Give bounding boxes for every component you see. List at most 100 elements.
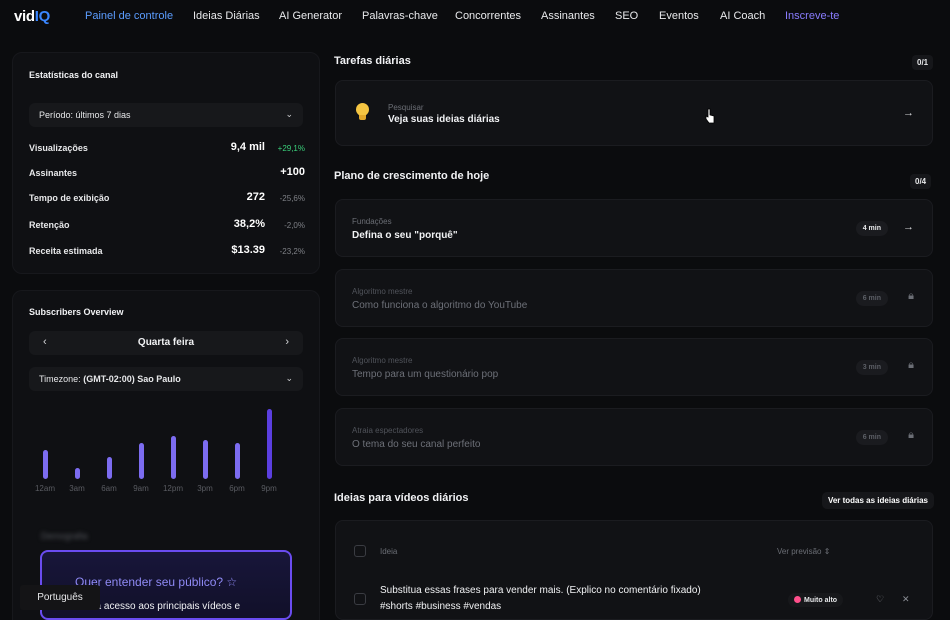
row-checkbox[interactable] — [354, 593, 366, 605]
video-ideas-table: Ideia Ver previsão ⇕ Substitua essas fra… — [335, 520, 933, 620]
subscribers-bar-9am[interactable] — [139, 443, 144, 479]
chevron-down-icon: ⌄ — [285, 109, 293, 119]
vidiq-logo[interactable]: vidIQ — [14, 8, 50, 25]
stat-change: -23,2% — [279, 247, 305, 256]
logo-prefix: vid — [14, 8, 35, 25]
daily-task-card[interactable]: Pesquisar Veja suas ideias diárias → — [335, 80, 933, 146]
column-header-idea: Ideia — [380, 547, 398, 556]
blurred-demographics-label: Demografia — [41, 531, 88, 541]
nav-item-keywords[interactable]: Palavras-chave — [362, 10, 438, 22]
stat-row-views: Visualizações 9,4 mil +29,1% — [29, 141, 305, 155]
hand-cursor-icon — [705, 108, 715, 124]
stat-change: -2,0% — [284, 221, 305, 230]
arrow-right-icon[interactable]: → — [903, 107, 914, 119]
arrow-right-icon[interactable]: → — [903, 221, 914, 233]
nav-item-ai-coach[interactable]: AI Coach — [720, 10, 765, 22]
plan-item-title: Tempo para um questionário pop — [352, 369, 499, 380]
stat-row-subscribers: Assinantes +100 — [29, 166, 305, 180]
close-icon[interactable]: ✕ — [902, 594, 910, 605]
nav-item-ai-generator[interactable]: AI Generator — [279, 10, 342, 22]
stat-value: 272 — [246, 191, 265, 203]
day-navigator: ‹ Quarta feira › — [29, 331, 303, 355]
stat-change: -25,6% — [279, 194, 305, 203]
idea-title: Substitua essas frases para vender mais.… — [380, 585, 701, 596]
stat-row-revenue: Receita estimada $13.39 -23,2% — [29, 244, 305, 258]
timezone-select[interactable]: Timezone: (GMT-02:00) Sao Paulo ⌄ — [29, 367, 303, 391]
growth-plan-title: Plano de crescimento de hoje — [334, 170, 490, 182]
stat-value: 38,2% — [233, 218, 265, 230]
stat-row-watch-time: Tempo de exibição 272 -25,6% — [29, 191, 305, 205]
duration-badge: 4 min — [855, 221, 888, 236]
nav-item-competitors[interactable]: Concorrentes — [455, 10, 521, 22]
plan-item-channel-theme[interactable]: Atraia espectadores O tema do seu canal … — [335, 408, 933, 466]
bar-axis-label: 3pm — [197, 484, 213, 493]
score-label: Muito alto — [804, 597, 838, 604]
select-all-checkbox[interactable] — [354, 545, 366, 557]
score-dot-icon — [794, 596, 801, 603]
logo-suffix: IQ — [34, 8, 51, 25]
task-category: Pesquisar — [388, 103, 424, 112]
video-ideas-title: Ideias para vídeos diários — [334, 492, 469, 504]
sort-icon: ⇕ — [823, 547, 831, 556]
bar-axis-label: 6am — [101, 484, 117, 493]
nav-item-subscribers[interactable]: Assinantes — [541, 10, 595, 22]
top-navigation: vidIQ Painel de controle Ideias Diárias … — [0, 0, 950, 34]
stat-label: Visualizações — [29, 143, 88, 153]
duration-badge: 6 min — [855, 291, 888, 306]
stat-label: Tempo de exibição — [29, 193, 110, 203]
panel-title: Estatísticas do canal — [29, 70, 119, 80]
timezone-value: (GMT-02:00) Sao Paulo — [83, 374, 181, 384]
plan-item-quiz[interactable]: Algoritmo mestre Tempo para um questioná… — [335, 338, 933, 396]
nav-item-seo[interactable]: SEO — [615, 10, 638, 22]
channel-stats-panel: Estatísticas do canal Período: últimos 7… — [12, 52, 320, 274]
lock-icon: 🔒︎ — [908, 429, 914, 441]
period-select[interactable]: Período: últimos 7 dias ⌄ — [29, 103, 303, 127]
stat-label: Assinantes — [29, 168, 78, 178]
daily-tasks-count: 0/1 — [912, 55, 934, 70]
score-badge: Muito alto — [788, 593, 844, 607]
nav-item-events[interactable]: Eventos — [659, 10, 699, 22]
task-title: Veja suas ideias diárias — [388, 114, 500, 125]
nav-item-daily-ideas[interactable]: Ideias Diárias — [193, 10, 260, 22]
plan-item-foundations[interactable]: Fundações Defina o seu "porquê" 4 min → — [335, 199, 933, 257]
idea-row-text[interactable]: Substitua essas frases para vender mais.… — [380, 583, 760, 615]
bar-axis-label: 9pm — [261, 484, 277, 493]
plan-item-category: Algoritmo mestre — [352, 287, 413, 296]
subscribers-bar-6am[interactable] — [107, 457, 112, 479]
chevron-down-icon: ⌄ — [285, 373, 293, 383]
subscribers-bar-9pm[interactable] — [267, 409, 272, 479]
nav-item-dashboard[interactable]: Painel de controle — [85, 10, 173, 22]
column-header-preview[interactable]: Ver previsão ⇕ — [777, 547, 830, 556]
subscribers-bar-3pm[interactable] — [203, 440, 208, 479]
bar-axis-label: 12am — [34, 484, 55, 493]
lightbulb-icon — [356, 103, 370, 121]
language-button[interactable]: Português — [20, 585, 100, 610]
bar-axis-label: 9am — [133, 484, 149, 493]
stat-value: 9,4 mil — [230, 141, 265, 153]
chevron-right-icon[interactable]: › — [285, 336, 289, 348]
growth-plan-count: 0/4 — [910, 174, 932, 189]
duration-badge: 6 min — [855, 430, 888, 445]
plan-item-title: Como funciona o algoritmo do YouTube — [352, 300, 528, 311]
nav-item-subscribe[interactable]: Inscreve-te — [785, 10, 839, 22]
bar-axis-label: 3am — [69, 484, 85, 493]
lock-icon: 🔒︎ — [908, 290, 914, 302]
plan-item-algorithm[interactable]: Algoritmo mestre Como funciona o algorit… — [335, 269, 933, 327]
stat-value: $13.39 — [231, 244, 265, 256]
period-select-value: Período: últimos 7 dias — [39, 110, 131, 120]
subscribers-bar-12am[interactable] — [43, 450, 48, 479]
heart-icon[interactable]: ♡ — [876, 594, 884, 605]
daily-tasks-title: Tarefas diárias — [334, 55, 411, 67]
preview-header-label: Ver previsão — [777, 547, 822, 556]
lock-icon: 🔒︎ — [908, 359, 914, 371]
bar-axis-label: 6pm — [229, 484, 245, 493]
see-all-ideas-button[interactable]: Ver todas as ideias diárias — [821, 492, 934, 509]
subscribers-bar-12pm[interactable] — [171, 436, 176, 479]
day-label: Quarta feira — [137, 337, 195, 348]
subscribers-bar-3am[interactable] — [75, 468, 80, 479]
duration-badge: 3 min — [855, 360, 888, 375]
stat-change: +29,1% — [277, 144, 305, 153]
subscribers-bar-6pm[interactable] — [235, 443, 240, 479]
promo-subtitle: ha acesso aos principais vídeos e — [90, 601, 241, 612]
plan-item-category: Algoritmo mestre — [352, 356, 413, 365]
